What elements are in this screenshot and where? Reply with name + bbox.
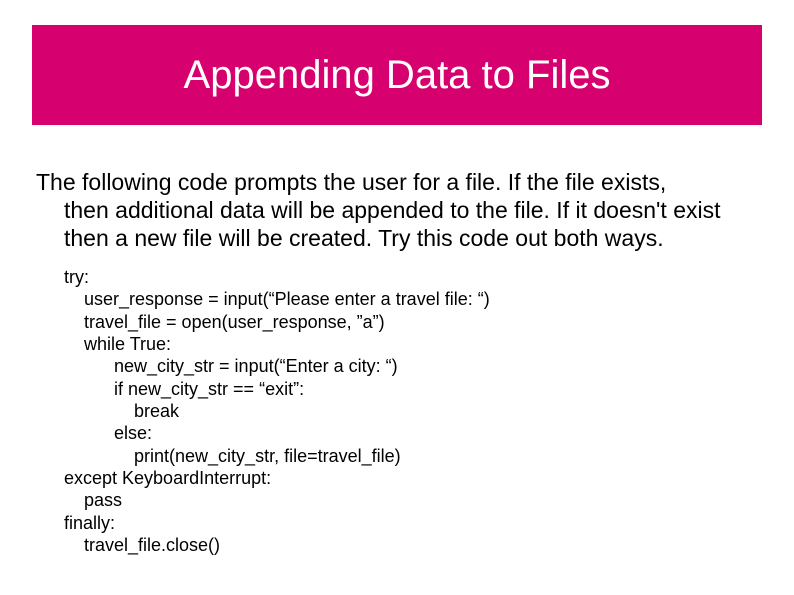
description-line3: then a new file will be created. Try thi…	[36, 224, 766, 252]
description-paragraph: The following code prompts the user for …	[36, 168, 766, 252]
slide-title: Appending Data to Files	[184, 53, 611, 98]
slide-container: Appending Data to Files The following co…	[0, 0, 794, 595]
body-content: The following code prompts the user for …	[36, 168, 766, 556]
code-block: try: user_response = input(“Please enter…	[36, 266, 766, 556]
title-bar: Appending Data to Files	[32, 25, 762, 125]
description-line1: The following code prompts the user for …	[36, 169, 666, 195]
description-line2: then additional data will be appended to…	[36, 196, 766, 224]
